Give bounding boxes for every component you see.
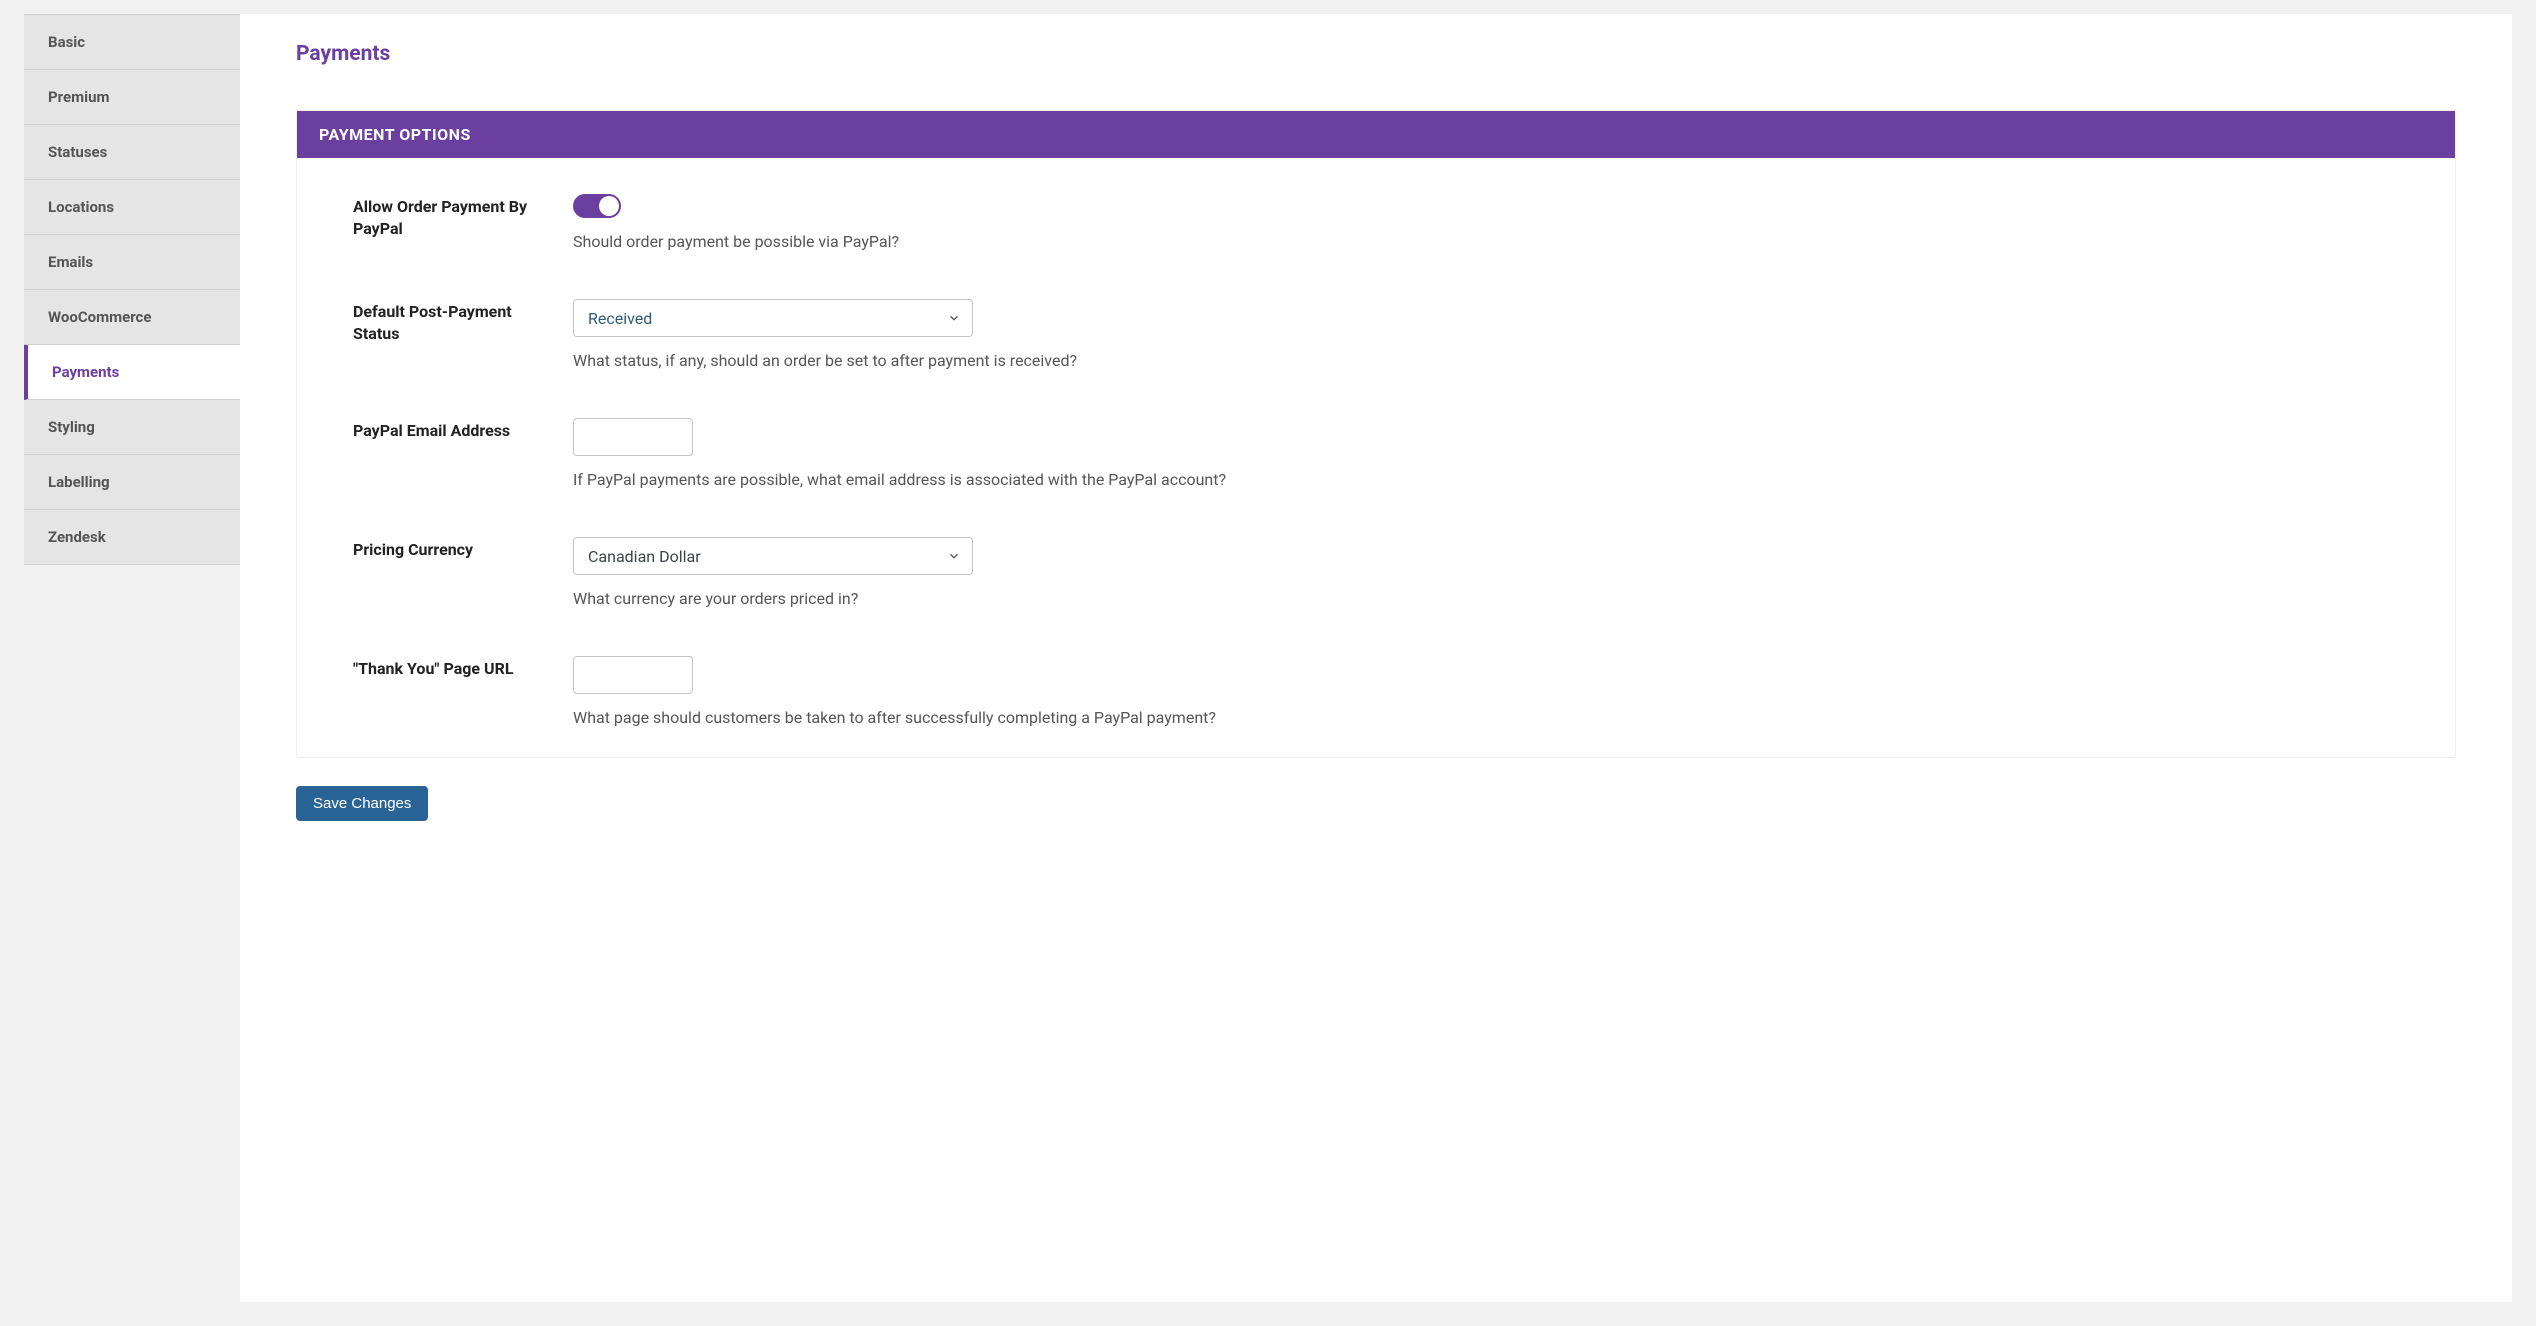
help-thank-you-url: What page should customers be taken to a… xyxy=(573,708,2415,727)
select-default-status-value: Received xyxy=(588,309,652,328)
toggle-knob xyxy=(599,196,619,216)
sidebar: Basic Premium Statuses Locations Emails … xyxy=(24,14,240,1302)
sidebar-item-styling[interactable]: Styling xyxy=(24,400,240,455)
page-title: Payments xyxy=(296,42,2456,66)
label-currency: Pricing Currency xyxy=(353,537,573,561)
row-currency: Pricing Currency Canadian Dollar What cu… xyxy=(353,537,2415,608)
select-currency-value: Canadian Dollar xyxy=(588,547,701,566)
sidebar-item-statuses[interactable]: Statuses xyxy=(24,125,240,180)
label-paypal-email: PayPal Email Address xyxy=(353,418,573,442)
sidebar-item-basic[interactable]: Basic xyxy=(24,14,240,70)
sidebar-item-labelling[interactable]: Labelling xyxy=(24,455,240,510)
help-paypal-email: If PayPal payments are possible, what em… xyxy=(573,470,2415,489)
help-currency: What currency are your orders priced in? xyxy=(573,589,2415,608)
panel-body: Allow Order Payment By PayPal Should ord… xyxy=(297,158,2455,757)
input-paypal-email[interactable] xyxy=(573,418,693,456)
row-thank-you-url: "Thank You" Page URL What page should cu… xyxy=(353,656,2415,727)
select-currency[interactable]: Canadian Dollar xyxy=(573,537,973,575)
save-button[interactable]: Save Changes xyxy=(296,786,428,821)
sidebar-item-payments[interactable]: Payments xyxy=(24,345,240,400)
sidebar-item-zendesk[interactable]: Zendesk xyxy=(24,510,240,565)
row-allow-paypal: Allow Order Payment By PayPal Should ord… xyxy=(353,194,2415,251)
sidebar-item-woocommerce[interactable]: WooCommerce xyxy=(24,290,240,345)
main-content: Payments PAYMENT OPTIONS Allow Order Pay… xyxy=(240,14,2512,1302)
sidebar-item-premium[interactable]: Premium xyxy=(24,70,240,125)
help-allow-paypal: Should order payment be possible via Pay… xyxy=(573,232,2415,251)
toggle-allow-paypal[interactable] xyxy=(573,194,621,218)
panel-header: PAYMENT OPTIONS xyxy=(297,111,2455,158)
help-default-status: What status, if any, should an order be … xyxy=(573,351,2415,370)
payment-options-panel: PAYMENT OPTIONS Allow Order Payment By P… xyxy=(296,110,2456,758)
sidebar-item-emails[interactable]: Emails xyxy=(24,235,240,290)
row-paypal-email: PayPal Email Address If PayPal payments … xyxy=(353,418,2415,489)
select-default-status[interactable]: Received xyxy=(573,299,973,337)
sidebar-item-locations[interactable]: Locations xyxy=(24,180,240,235)
row-default-status: Default Post-Payment Status Received Wha… xyxy=(353,299,2415,370)
label-allow-paypal: Allow Order Payment By PayPal xyxy=(353,194,573,239)
label-default-status: Default Post-Payment Status xyxy=(353,299,573,344)
input-thank-you-url[interactable] xyxy=(573,656,693,694)
label-thank-you-url: "Thank You" Page URL xyxy=(353,656,573,680)
